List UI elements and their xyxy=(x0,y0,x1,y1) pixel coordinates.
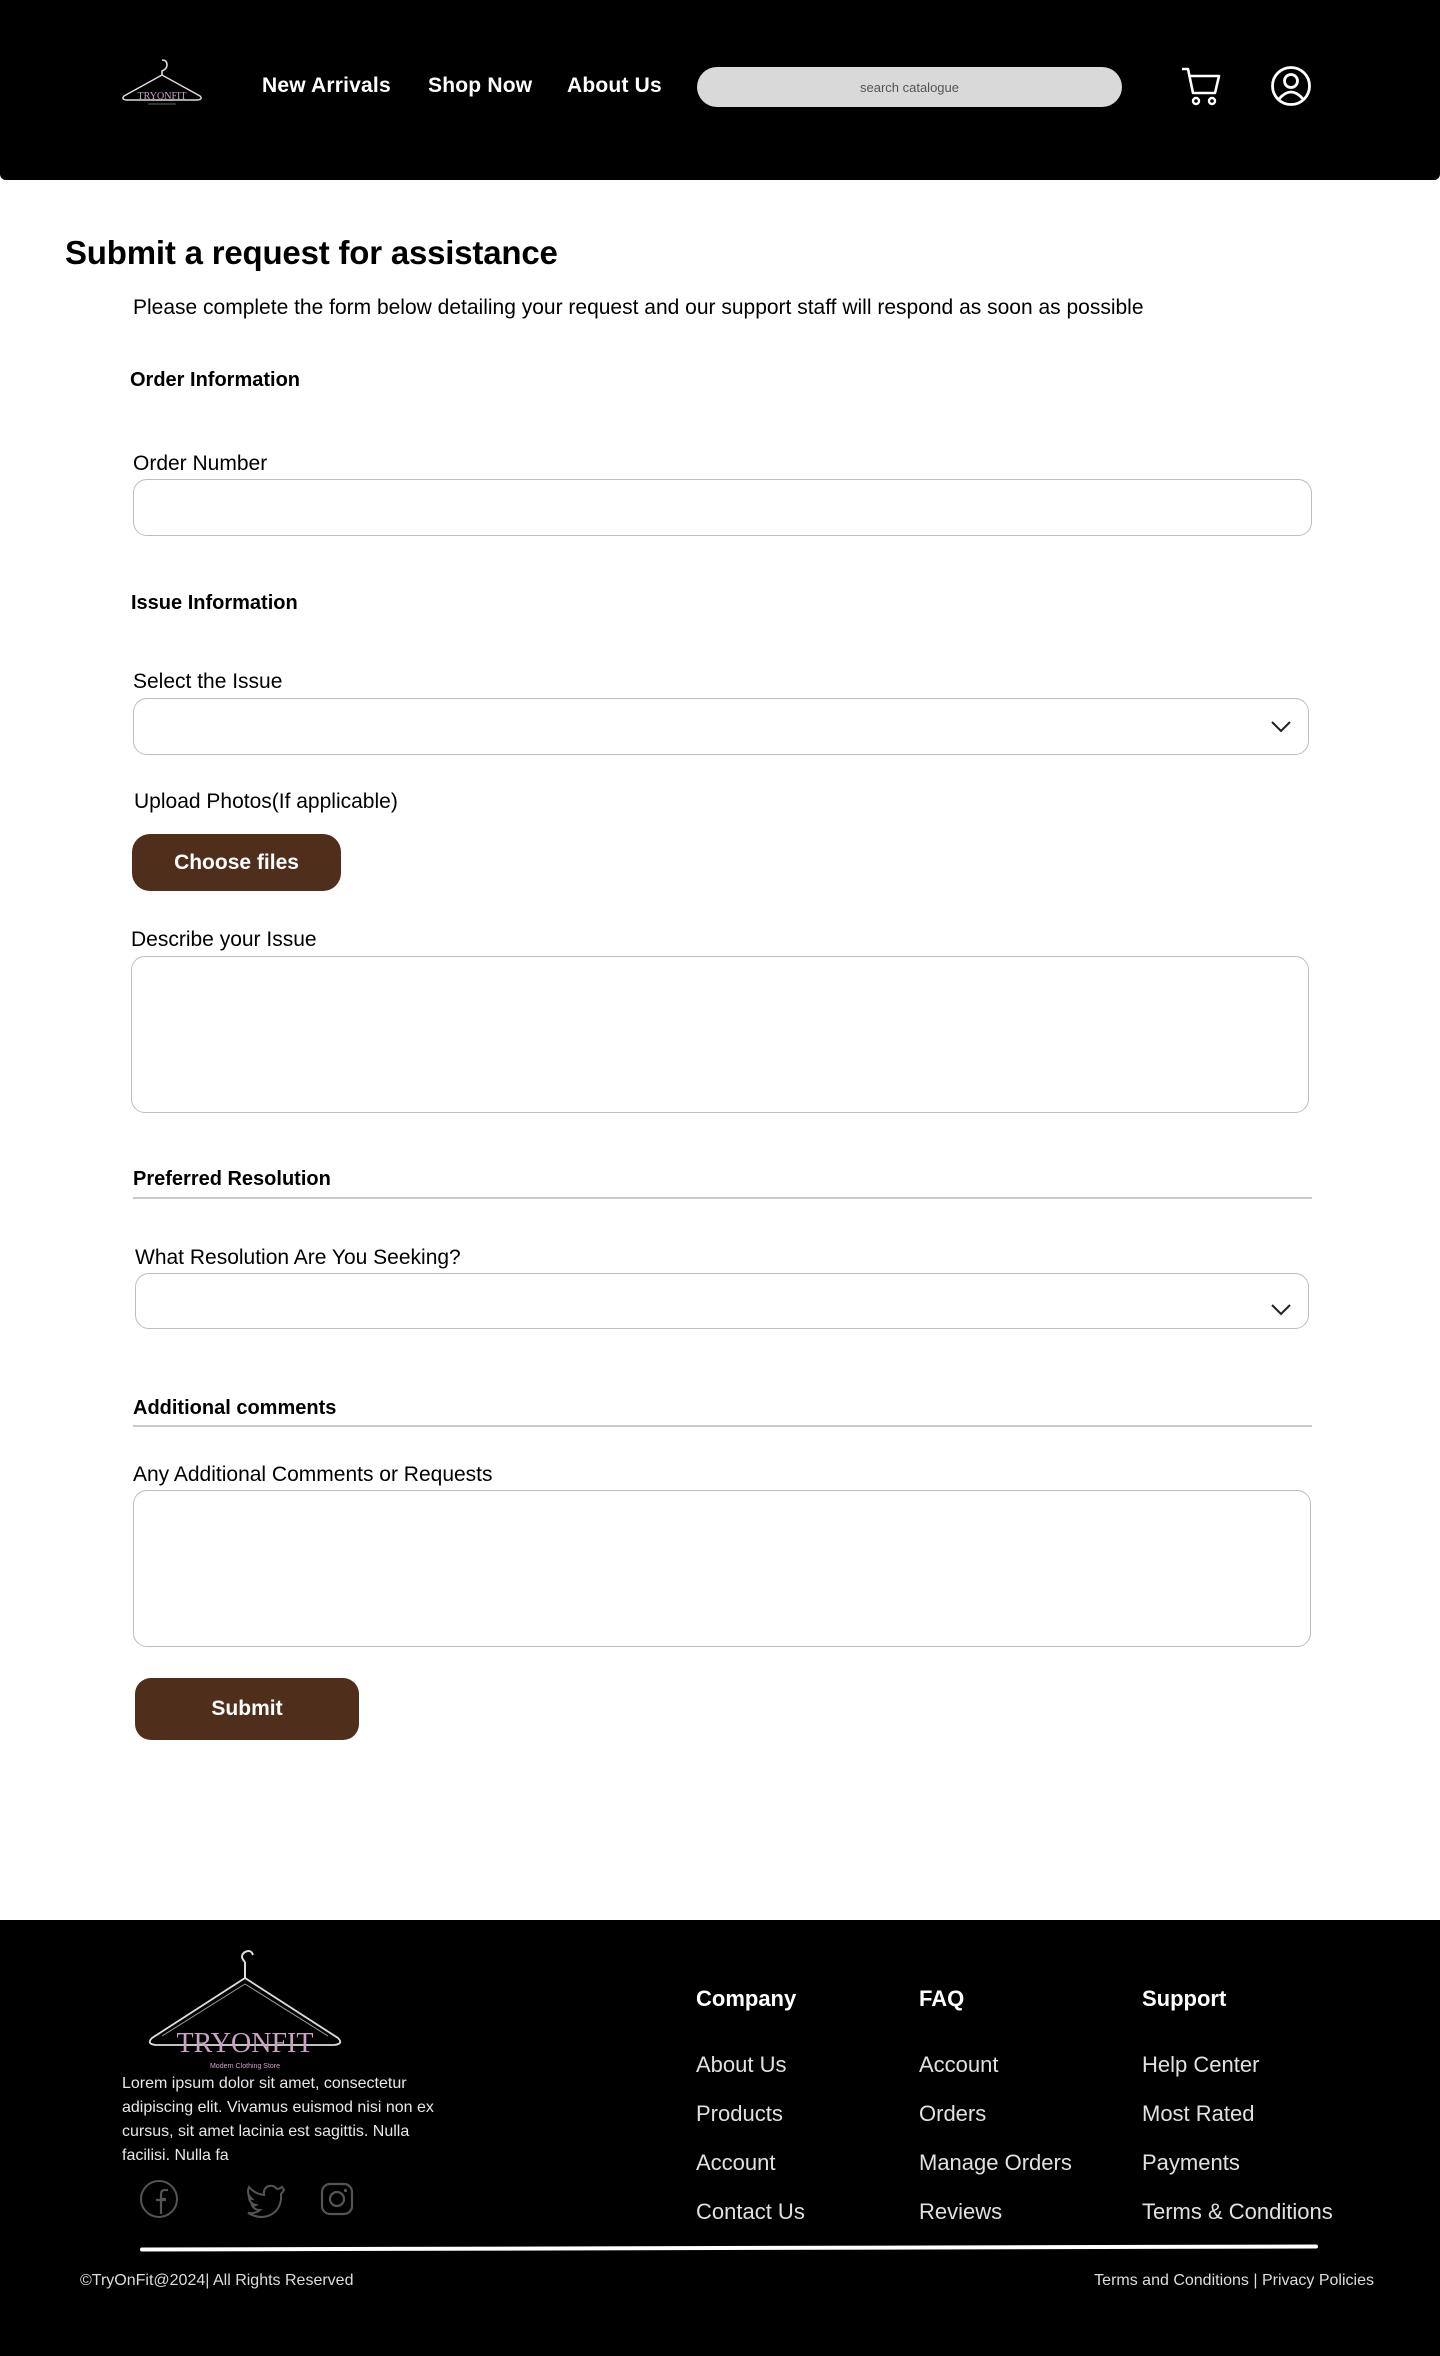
describe-issue-textarea[interactable] xyxy=(131,956,1309,1113)
footer-link-manage-orders[interactable]: Manage Orders xyxy=(919,2150,1072,2176)
search-input[interactable] xyxy=(697,67,1122,107)
logo-text: TRYONFIT xyxy=(138,91,187,102)
legal-links[interactable]: Terms and Conditions | Privacy Policies xyxy=(1094,2272,1374,2290)
nav-about-us[interactable]: About Us xyxy=(567,74,662,98)
footer-heading-faq: FAQ xyxy=(919,1986,965,2011)
logo-hanger-icon[interactable]: TRYONFIT Modern Clothing Store xyxy=(140,1940,350,2080)
issue-select[interactable] xyxy=(133,698,1309,755)
comments-divider xyxy=(133,1425,1312,1427)
comments-label: Any Additional Comments or Requests xyxy=(133,1463,493,1486)
copyright-text: ©TryOnFit@2024| All Rights Reserved xyxy=(80,2272,354,2289)
describe-issue-label: Describe your Issue xyxy=(131,928,317,951)
comments-section-title: Additional comments xyxy=(133,1397,337,1419)
issue-select-label: Select the Issue xyxy=(133,670,283,693)
page-title: Submit a request for assistance xyxy=(65,234,558,271)
footer-link-payments[interactable]: Payments xyxy=(1142,2150,1240,2176)
comments-textarea[interactable] xyxy=(133,1490,1311,1647)
footer-link-about-us[interactable]: About Us xyxy=(696,2052,787,2078)
order-number-label: Order Number xyxy=(133,452,268,475)
resolution-section-title: Preferred Resolution xyxy=(133,1168,331,1190)
resolution-divider xyxy=(133,1197,1312,1199)
order-section-title: Order Information xyxy=(130,369,301,391)
user-account-icon[interactable] xyxy=(1270,65,1312,107)
nav-new-arrivals[interactable]: New Arrivals xyxy=(262,74,391,98)
footer-divider xyxy=(139,2244,1319,2252)
footer-link-contact-us[interactable]: Contact Us xyxy=(696,2199,805,2225)
submit-button[interactable]: Submit xyxy=(135,1678,359,1740)
issue-section-title: Issue Information xyxy=(131,592,298,614)
footer-link-help-center[interactable]: Help Center xyxy=(1142,2052,1259,2078)
choose-files-button[interactable]: Choose files xyxy=(132,834,341,891)
footer-link-faq-account[interactable]: Account xyxy=(919,2052,999,2078)
upload-photos-label: Upload Photos(If applicable) xyxy=(134,790,398,813)
logo-tagline: Modern Clothing Store xyxy=(210,2063,280,2070)
resolution-select[interactable] xyxy=(135,1273,1309,1329)
logo-hanger-icon[interactable]: TRYONFIT xyxy=(118,56,206,110)
resolution-select-label: What Resolution Are You Seeking? xyxy=(135,1246,461,1269)
footer-heading-support: Support xyxy=(1142,1986,1227,2011)
order-number-field[interactable] xyxy=(133,479,1312,536)
nav-shop-now[interactable]: Shop Now xyxy=(428,74,532,98)
cart-icon[interactable] xyxy=(1180,64,1224,108)
instagram-icon[interactable] xyxy=(316,2178,358,2220)
twitter-icon[interactable] xyxy=(244,2178,286,2220)
site-header: TRYONFIT New Arrivals Shop Now About Us xyxy=(0,0,1440,180)
footer-link-products[interactable]: Products xyxy=(696,2101,783,2127)
footer-link-terms[interactable]: Terms & Conditions xyxy=(1142,2199,1333,2225)
logo-text: TRYONFIT xyxy=(177,2028,314,2059)
footer-heading-company: Company xyxy=(696,1986,797,2011)
footer-link-reviews[interactable]: Reviews xyxy=(919,2199,1002,2225)
footer-description: Lorem ipsum dolor sit amet, consectetur … xyxy=(122,2075,434,2164)
footer-link-account[interactable]: Account xyxy=(696,2150,776,2176)
chevron-down-icon xyxy=(1271,1304,1291,1316)
facebook-icon[interactable] xyxy=(138,2178,180,2220)
chevron-down-icon xyxy=(1271,721,1291,733)
footer-link-most-rated[interactable]: Most Rated xyxy=(1142,2101,1255,2127)
intro-text: Please complete the form below detailing… xyxy=(133,296,1144,319)
footer-link-orders[interactable]: Orders xyxy=(919,2101,986,2127)
site-footer: TRYONFIT Modern Clothing Store Lorem ips… xyxy=(0,1920,1440,2356)
